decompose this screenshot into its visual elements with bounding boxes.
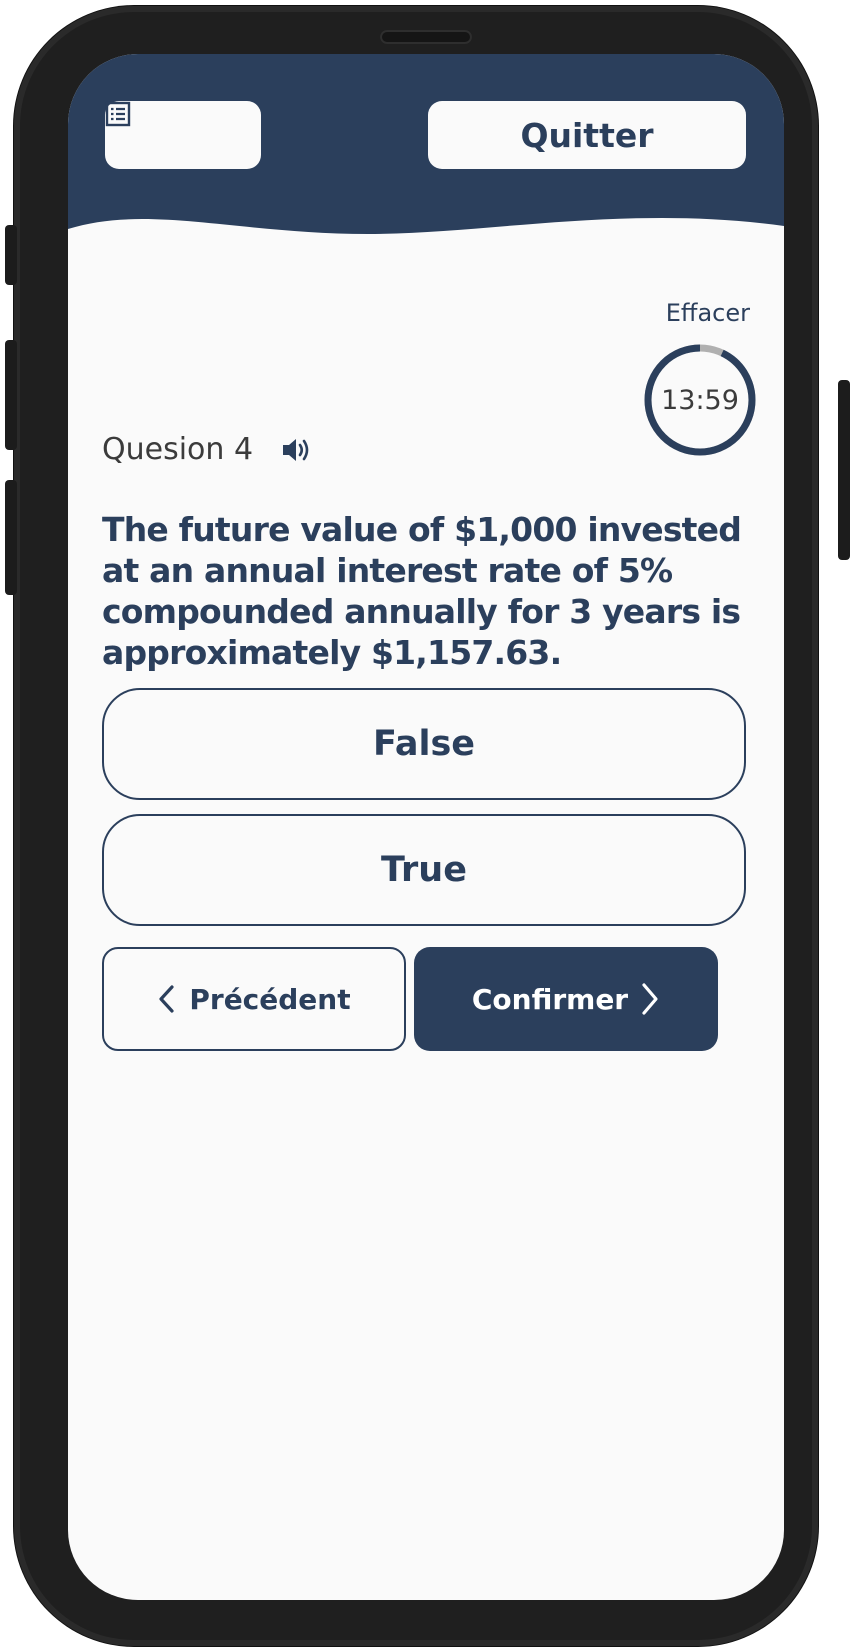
timer-value: 13:59	[661, 384, 739, 416]
app-header: Quitter	[68, 54, 784, 304]
question-text: The future value of $1,000 invested at a…	[102, 510, 742, 672]
confirm-button-label: Confirmer	[471, 982, 629, 1016]
app-screen: Quitter Effacer Quesion 4 13:59 The futu…	[68, 54, 784, 1600]
previous-button-label: Précédent	[189, 982, 351, 1016]
question-number: Quesion 4	[102, 432, 254, 467]
answer-option-true[interactable]: True	[102, 814, 746, 926]
volume-down-button	[5, 480, 17, 595]
quit-button-label: Quitter	[520, 115, 654, 155]
answer-option-false[interactable]: False	[102, 688, 746, 800]
earpiece-speaker	[380, 30, 472, 44]
power-button	[838, 380, 850, 560]
countdown-timer: 13:59	[638, 338, 762, 462]
answer-option-label: False	[372, 724, 476, 764]
confirm-button[interactable]: Confirmer	[414, 947, 718, 1051]
speaker-icon[interactable]	[281, 436, 311, 464]
chevron-left-icon	[157, 984, 175, 1014]
chevron-right-icon	[640, 982, 660, 1016]
question-list-button[interactable]	[105, 101, 261, 169]
answer-option-label: True	[381, 850, 467, 890]
volume-up-button	[5, 340, 17, 450]
clear-answer-link[interactable]: Effacer	[666, 299, 750, 327]
mute-switch	[5, 225, 17, 285]
question-number-row: Quesion 4	[102, 432, 311, 467]
quit-button[interactable]: Quitter	[428, 101, 746, 169]
previous-button[interactable]: Précédent	[102, 947, 406, 1051]
header-background	[68, 54, 784, 234]
